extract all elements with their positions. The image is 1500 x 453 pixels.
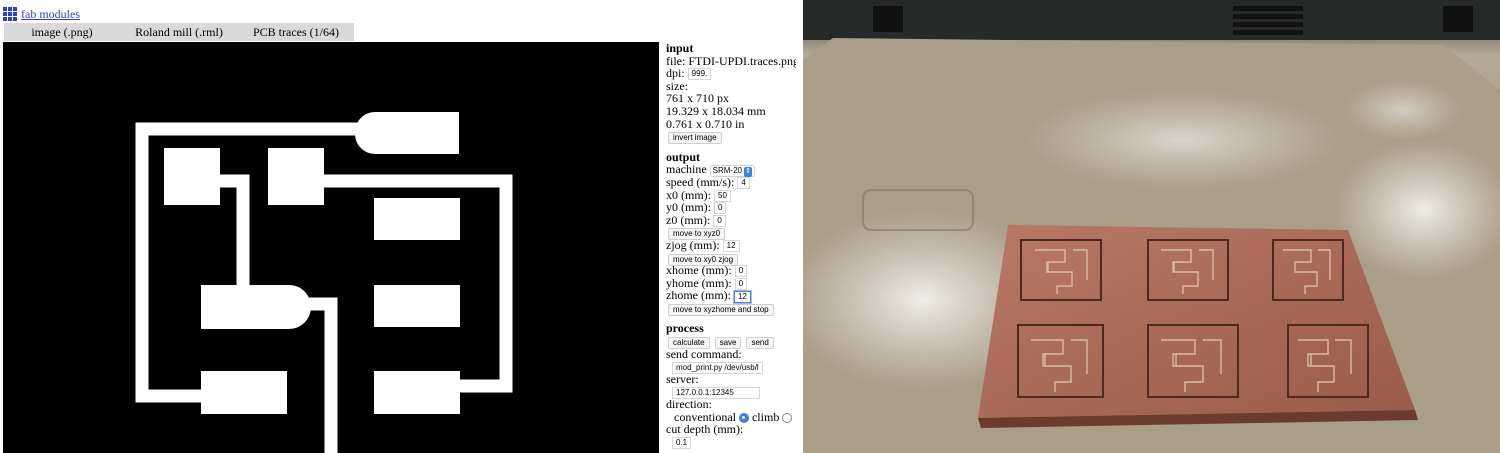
zjog-label: zjog (mm): xyxy=(666,237,720,252)
pad-right-1 xyxy=(374,198,460,240)
invert-image-button[interactable]: invert image xyxy=(668,132,722,145)
cut-depth-label: cut depth (mm): xyxy=(666,422,744,437)
copper-board xyxy=(978,225,1418,428)
z0-label: z0 (mm): xyxy=(666,212,711,227)
x0-input[interactable]: 50 xyxy=(714,189,731,202)
zhome-label: zhome (mm): xyxy=(666,288,731,303)
dpi-input[interactable]: 999. xyxy=(687,68,712,81)
cut-depth-input[interactable]: 0.1 xyxy=(672,437,692,450)
zhome-input[interactable]: 12 xyxy=(733,290,751,303)
move-to-home-button[interactable]: move to xyzhome and stop xyxy=(668,303,774,316)
menu-item-roland-mill[interactable]: Roland mill (.rml) xyxy=(120,23,238,41)
milled-pcb-photo xyxy=(803,0,1500,453)
trace-center-down xyxy=(303,297,338,453)
app-header: fab modules xyxy=(3,6,80,22)
pad-right-2 xyxy=(374,285,460,327)
size-mm: 19.329 x 18.034 mm xyxy=(666,103,766,118)
app-title-link[interactable]: fab modules xyxy=(21,7,80,22)
pad-bottom-left xyxy=(201,371,287,414)
pcb-traces-preview xyxy=(135,112,513,453)
milled-pcb-photo-image xyxy=(803,0,1500,453)
send-button[interactable]: send xyxy=(746,337,774,350)
pad-bottom-right xyxy=(374,371,460,414)
xhome-input[interactable]: 0 xyxy=(734,265,748,278)
settings-panel: input file: FTDI-UPDI.traces.png dpi: 99… xyxy=(666,41,796,450)
menu-item-image-png[interactable]: image (.png) xyxy=(4,23,120,41)
conventional-radio[interactable] xyxy=(738,412,749,423)
server-label: server: xyxy=(666,371,699,386)
input-heading: input xyxy=(666,41,694,55)
machine-select-value: SRM-20 xyxy=(712,165,742,175)
pad-center xyxy=(201,285,287,329)
pad-left-1 xyxy=(164,148,220,205)
climb-label: climb xyxy=(751,409,780,424)
climb-radio[interactable] xyxy=(782,412,793,423)
menu-item-pcb-traces[interactable]: PCB traces (1/64) xyxy=(238,23,354,41)
fab-modules-app: fab modules image (.png) Roland mill (.r… xyxy=(0,0,796,453)
size-in: 0.761 x 0.710 in xyxy=(666,116,745,131)
zjog-input[interactable]: 12 xyxy=(722,240,740,253)
y0-input[interactable]: 0 xyxy=(714,202,727,215)
z0-input[interactable]: 0 xyxy=(713,214,726,227)
fab-modules-grid-icon xyxy=(3,7,17,21)
module-menubar: image (.png) Roland mill (.rml) PCB trac… xyxy=(4,23,354,41)
pad-top-right xyxy=(383,112,459,154)
pad-left-2 xyxy=(268,148,324,205)
send-command-label: send command: xyxy=(666,346,742,361)
yhome-input[interactable]: 0 xyxy=(734,277,748,290)
speed-input[interactable]: 4 xyxy=(737,177,750,190)
traces-image-canvas xyxy=(3,42,659,453)
process-heading: process xyxy=(666,321,704,336)
